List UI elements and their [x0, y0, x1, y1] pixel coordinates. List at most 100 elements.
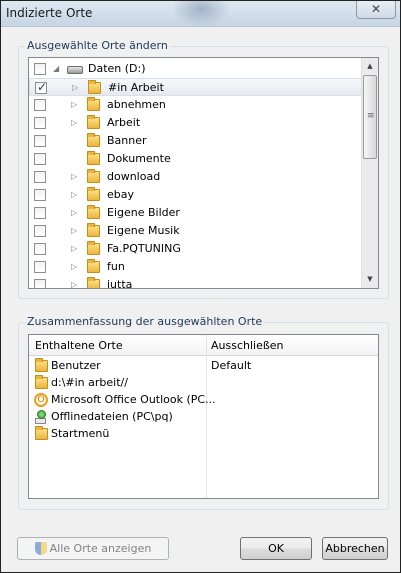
- checkbox[interactable]: [34, 153, 46, 165]
- expand-arrow-icon[interactable]: ▷: [71, 170, 77, 184]
- tree-row[interactable]: ▷ jutta: [29, 276, 362, 289]
- tree-row-label: Fa.PQTUNING: [107, 242, 181, 255]
- folder-icon: [87, 223, 100, 237]
- folder-icon: [87, 187, 100, 201]
- tree-row[interactable]: ▷ Eigene Musik: [29, 222, 362, 240]
- drive-icon: [67, 66, 83, 74]
- tree-row-label: ebay: [107, 188, 135, 201]
- check-mark-icon: ✓: [37, 80, 48, 94]
- folder-icon: [35, 358, 48, 372]
- checkbox[interactable]: [34, 171, 46, 183]
- tree-scrollbar[interactable]: ▲ ≡ ▼: [361, 58, 378, 288]
- tree-row-label: Dokumente: [107, 152, 171, 165]
- summary-label: Zusammenfassung der ausgewählten Orte: [25, 315, 265, 328]
- checkbox[interactable]: [34, 135, 46, 147]
- collapse-arrow-icon[interactable]: ◢: [53, 62, 59, 76]
- tree-row[interactable]: ▷ ebay: [29, 186, 362, 204]
- expand-arrow-icon[interactable]: ▷: [71, 188, 77, 202]
- checkbox-checked[interactable]: ✓: [35, 80, 48, 94]
- list-item[interactable]: Offlinedateien (PC\pq): [29, 409, 378, 425]
- expand-arrow-icon[interactable]: ▷: [71, 278, 77, 288]
- title-bar[interactable]: Indizierte Orte ✕: [1, 1, 400, 27]
- tree-row-label: Eigene Bilder: [107, 206, 180, 219]
- scroll-down-button[interactable]: ▼: [362, 271, 378, 288]
- checkbox[interactable]: [34, 63, 46, 75]
- checkbox[interactable]: [34, 207, 46, 219]
- tree-row-label: download: [107, 170, 161, 183]
- tree-row[interactable]: ▷ download: [29, 168, 362, 186]
- summary-list[interactable]: Enthaltene Orte Ausschließen Benutzer Def…: [28, 334, 379, 499]
- included-location-name: Benutzer: [51, 359, 101, 372]
- expand-arrow-icon[interactable]: ▷: [71, 242, 77, 256]
- tree-row[interactable]: ✓ ▷ #in Arbeit: [29, 78, 362, 96]
- checkbox[interactable]: [34, 117, 46, 129]
- expand-arrow-icon[interactable]: ▷: [71, 206, 77, 220]
- checkbox[interactable]: [34, 99, 46, 111]
- column-header-included[interactable]: Enthaltene Orte: [35, 339, 123, 352]
- outlook-icon: O: [34, 393, 48, 407]
- checkbox[interactable]: [34, 261, 46, 273]
- expand-arrow-icon[interactable]: ▷: [71, 116, 77, 130]
- tree-row[interactable]: ▷ Eigene Bilder: [29, 204, 362, 222]
- included-location-name: Microsoft Office Outlook (PC...: [51, 393, 216, 406]
- checkbox[interactable]: [34, 225, 46, 237]
- tree-row-label: jutta: [107, 278, 133, 289]
- window-title: Indizierte Orte: [6, 6, 93, 20]
- scroll-up-button[interactable]: ▲: [362, 58, 378, 75]
- tree-row-label: Daten (D:): [88, 62, 146, 75]
- expand-arrow-icon[interactable]: ▷: [71, 98, 77, 112]
- folder-icon: [87, 277, 100, 288]
- folder-icon: [35, 426, 48, 440]
- list-item[interactable]: Benutzer Default: [29, 358, 378, 374]
- column-header-excluded[interactable]: Ausschließen: [211, 339, 284, 352]
- tree-row[interactable]: Dokumente: [29, 150, 362, 168]
- tree-row[interactable]: ▷ abnehmen: [29, 96, 362, 114]
- indexed-locations-dialog: Indizierte Orte ✕ Ausgewählte Orte änder…: [0, 0, 401, 573]
- folder-icon: [87, 115, 100, 129]
- summary-list-header: Enthaltene Orte Ausschließen: [29, 335, 378, 356]
- folder-icon: [87, 151, 100, 165]
- folder-icon: [87, 205, 100, 219]
- scroll-thumb-grip: ≡: [367, 111, 375, 121]
- folder-icon: [87, 241, 100, 255]
- uac-shield-icon: [34, 542, 47, 555]
- ok-button[interactable]: OK: [240, 537, 312, 560]
- tree-row-label: abnehmen: [107, 98, 166, 111]
- expand-arrow-icon[interactable]: ▷: [71, 224, 77, 238]
- locations-tree[interactable]: ▲ ≡ ▼ ◢ Daten (D:) ✓ ▷ #in Arbeit ▷ abnehmen ▷ A…: [28, 57, 379, 289]
- title-bar-glass-decoration: [171, 1, 231, 27]
- expand-arrow-icon[interactable]: ▷: [72, 81, 78, 95]
- tree-row-label: Banner: [107, 134, 147, 147]
- tree-row[interactable]: ▷ Fa.PQTUNING: [29, 240, 362, 258]
- change-locations-label: Ausgewählte Orte ändern: [25, 39, 170, 52]
- included-location-name: d:\#in arbeit//: [51, 376, 128, 389]
- checkbox[interactable]: [34, 189, 46, 201]
- excluded-value: Default: [211, 359, 252, 372]
- list-item[interactable]: Startmenü: [29, 426, 378, 442]
- tree-row-label: fun: [107, 260, 125, 273]
- tree-row[interactable]: ▷ fun: [29, 258, 362, 276]
- expand-arrow-icon[interactable]: ▷: [71, 260, 77, 274]
- included-location-name: Startmenü: [51, 427, 110, 440]
- included-location-name: Offlinedateien (PC\pq): [51, 410, 173, 423]
- folder-icon: [35, 375, 48, 389]
- tree-row-label: Arbeit: [107, 116, 141, 129]
- folder-icon: [87, 97, 100, 111]
- close-button[interactable]: ✕: [356, 1, 396, 19]
- offline-files-icon: [35, 410, 47, 424]
- tree-row-label: #in Arbeit: [108, 81, 164, 94]
- folder-icon: [87, 133, 100, 147]
- tree-row-label: Eigene Musik: [107, 224, 180, 237]
- cancel-button[interactable]: Abbrechen: [322, 537, 388, 560]
- scroll-thumb[interactable]: ≡: [363, 75, 377, 159]
- tree-row[interactable]: Banner: [29, 132, 362, 150]
- tree-row[interactable]: ◢ Daten (D:): [29, 60, 362, 78]
- checkbox[interactable]: [34, 243, 46, 255]
- list-item[interactable]: d:\#in arbeit//: [29, 375, 378, 391]
- show-all-locations-button[interactable]: Alle Orte anzeigen: [17, 537, 169, 560]
- checkbox[interactable]: [34, 279, 46, 288]
- folder-icon: [87, 169, 100, 183]
- show-all-locations-label: Alle Orte anzeigen: [49, 542, 152, 555]
- tree-row[interactable]: ▷ Arbeit: [29, 114, 362, 132]
- list-item[interactable]: O Microsoft Office Outlook (PC...: [29, 392, 378, 408]
